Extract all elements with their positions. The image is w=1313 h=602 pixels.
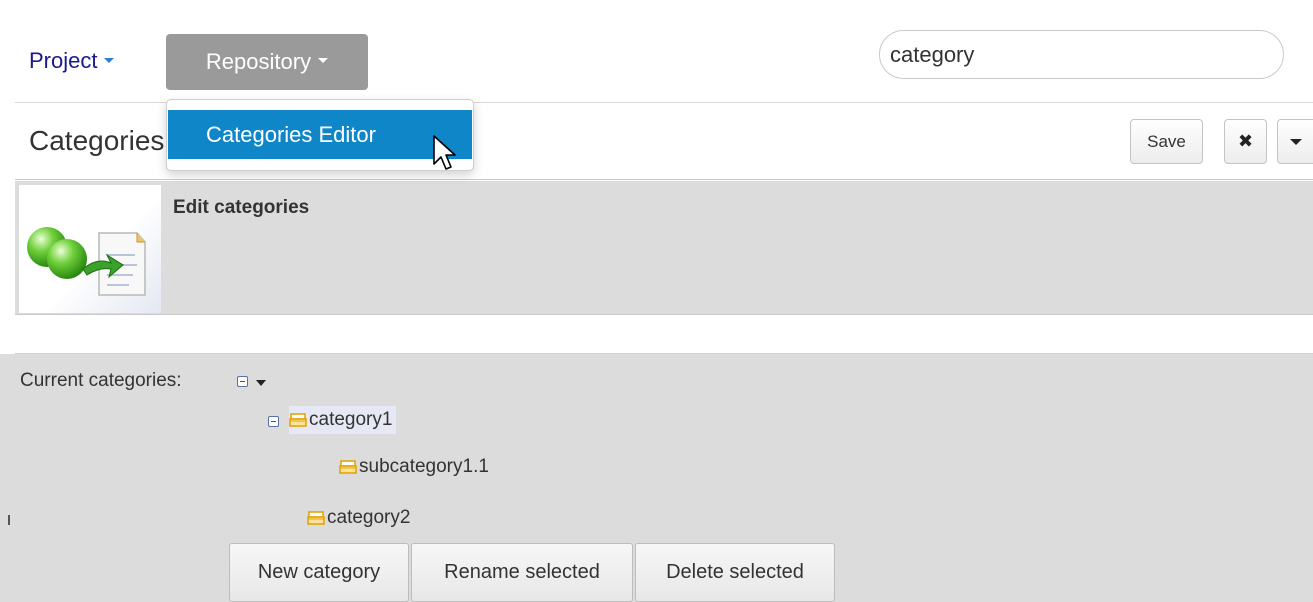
rename-selected-button[interactable]: Rename selected: [411, 543, 633, 602]
current-categories-label: Current categories:: [20, 370, 182, 391]
divider-strip: [15, 316, 1313, 354]
description-title: Edit categories: [173, 197, 310, 218]
tree-node-category1[interactable]: category1: [289, 406, 397, 434]
close-icon: ✖: [1237, 131, 1254, 151]
edge-marker: [8, 515, 10, 525]
description-panel: Edit categories: [15, 181, 1313, 315]
search-input[interactable]: [879, 30, 1284, 79]
repository-menu-label: Repository: [205, 49, 312, 74]
top-navbar: Project Repository: [0, 0, 1313, 102]
caret-down-icon: [1290, 139, 1302, 145]
project-menu[interactable]: Project: [29, 48, 115, 74]
categories-editor-icon: [19, 185, 161, 313]
repository-dropdown: Categories Editor: [166, 99, 474, 171]
close-button[interactable]: ✖: [1224, 119, 1267, 164]
chevron-down-icon: [104, 58, 115, 64]
mouse-pointer-icon: [433, 135, 456, 170]
new-category-button[interactable]: New category: [229, 543, 409, 602]
project-menu-label: Project: [29, 48, 98, 73]
tree-node-label: category2: [327, 507, 411, 528]
chevron-down-icon: [318, 58, 329, 63]
tree-node-subcategory1-1[interactable]: subcategory1.1: [339, 453, 493, 481]
tree-node-category2[interactable]: category2: [307, 504, 414, 532]
categories-content: Current categories: category1 subcategor…: [0, 354, 1313, 602]
folder-icon: [307, 511, 325, 525]
tree-node-label: category1: [309, 409, 393, 430]
tree-node-label: subcategory1.1: [359, 456, 489, 477]
collapse-category1-icon[interactable]: [268, 416, 279, 427]
folder-icon: [289, 413, 307, 427]
menu-item-categories-editor[interactable]: Categories Editor: [168, 110, 472, 159]
collapse-root-icon[interactable]: [237, 376, 248, 387]
root-dropdown-caret-icon[interactable]: [256, 380, 266, 386]
delete-selected-button[interactable]: Delete selected: [635, 543, 835, 602]
repository-menu[interactable]: Repository: [166, 34, 368, 90]
folder-icon: [339, 460, 357, 474]
more-options-button[interactable]: [1277, 119, 1313, 164]
save-button[interactable]: Save: [1130, 119, 1203, 164]
